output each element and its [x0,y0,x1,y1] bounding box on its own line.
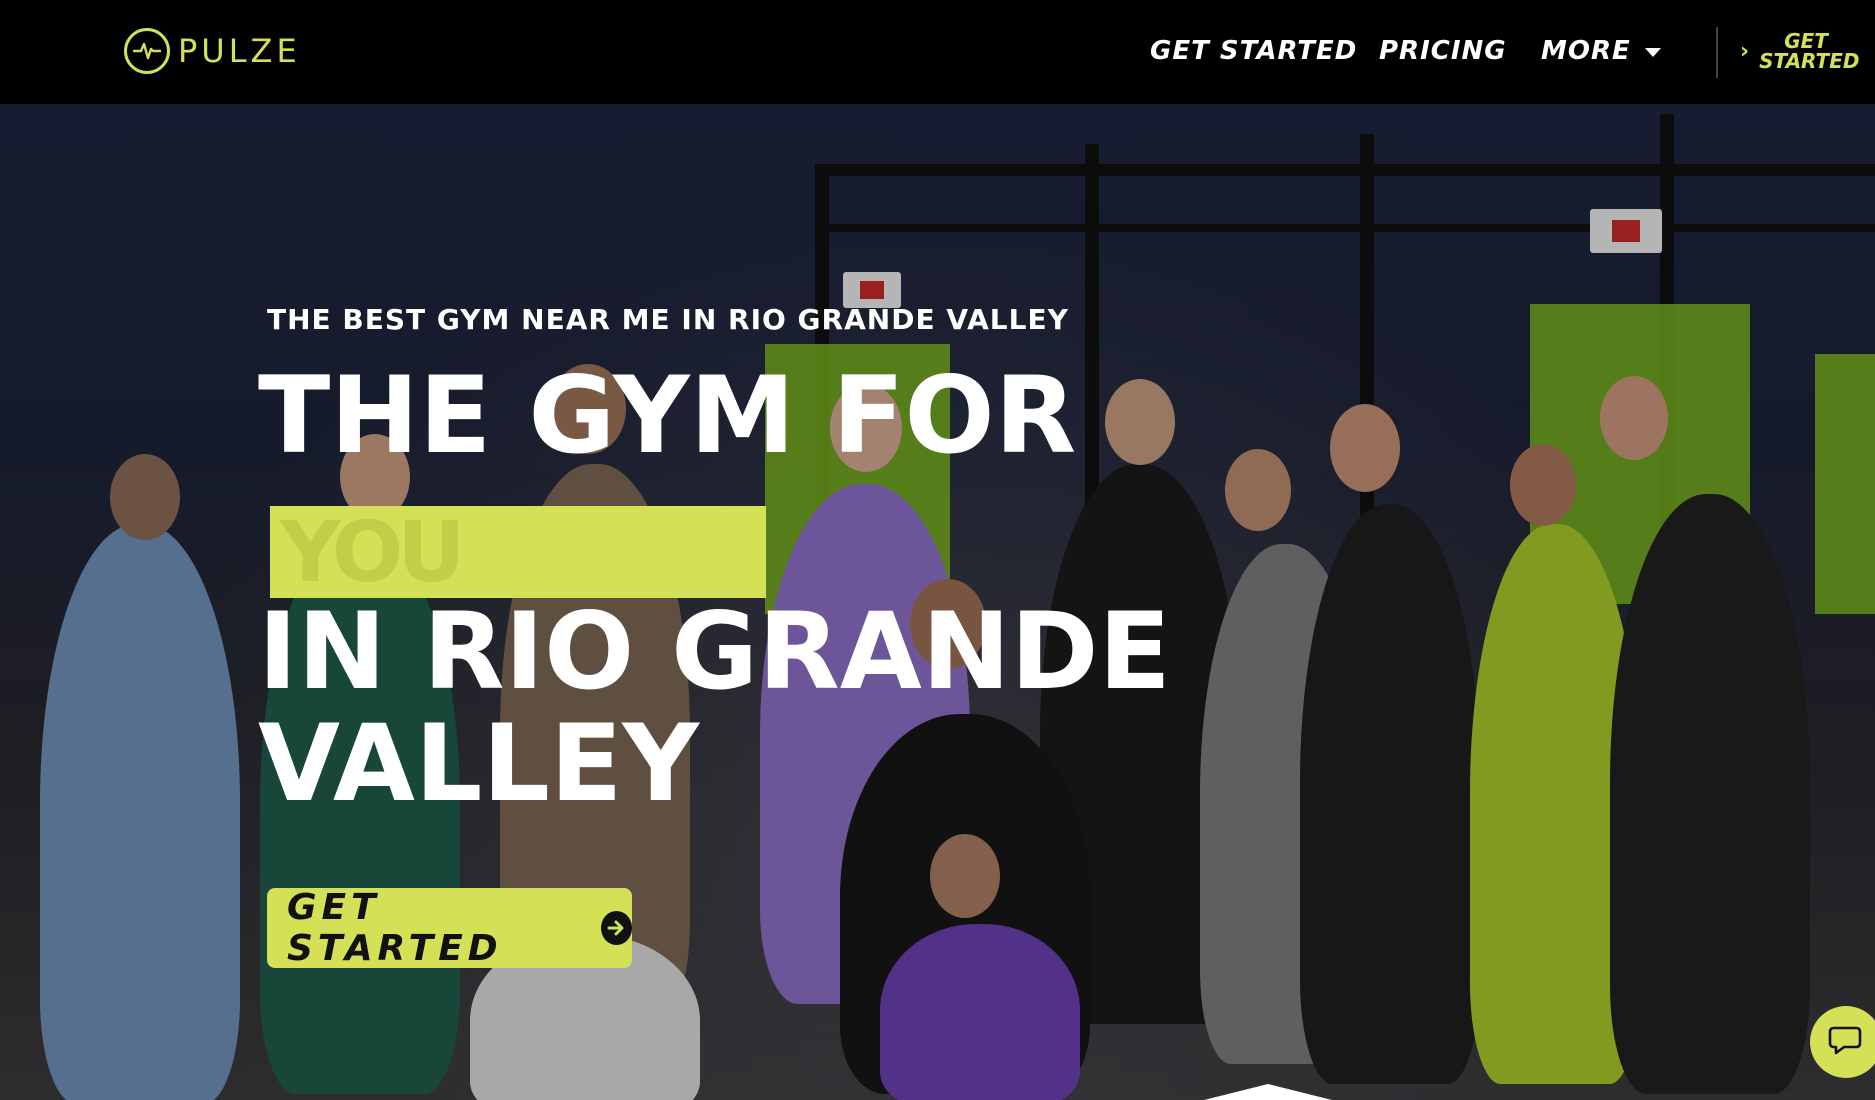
hero-section: THE BEST GYM NEAR ME IN RIO GRANDE VALLE… [0,104,1875,1100]
header-cta-label: GET STARTED [1759,29,1860,73]
caret-down-icon [1644,47,1661,57]
chevron-right-icon: › [1740,38,1750,64]
logo[interactable]: PULZE [124,28,301,74]
pulse-heartbeat-icon [124,28,170,74]
hero-cta-label: GET STARTED [287,887,503,969]
chat-bubble-icon [1828,1024,1864,1060]
nav-pricing[interactable]: PRICING [1379,36,1507,66]
hero-get-started-button[interactable]: GET STARTED [267,887,632,969]
logo-text: PULZE [178,32,301,70]
hero-kicker: THE BEST GYM NEAR ME IN RIO GRANDE VALLE… [267,303,1069,336]
arrow-right-circle-icon [600,911,632,945]
hero-title-line-3: VALLEY [258,702,700,825]
hero-title-line-1: THE GYM FOR [258,354,1077,477]
hero-rotating-word-text: YOU [280,506,465,598]
scroll-indicator [1204,1084,1332,1100]
nav-divider [1716,27,1718,78]
hero-rotating-word: YOU [270,506,766,598]
nav-get-started[interactable]: GET STARTED [1150,36,1357,66]
hero-title-line-2: IN RIO GRANDE [258,590,1171,713]
nav-more[interactable]: MORE [1541,36,1661,66]
chat-button[interactable] [1810,1006,1875,1078]
nav-more-label: MORE [1541,36,1631,66]
header-get-started-button[interactable]: › GET STARTED [1740,29,1860,73]
site-header: PULZE GET STARTED PRICING MORE › GET STA… [0,0,1875,104]
